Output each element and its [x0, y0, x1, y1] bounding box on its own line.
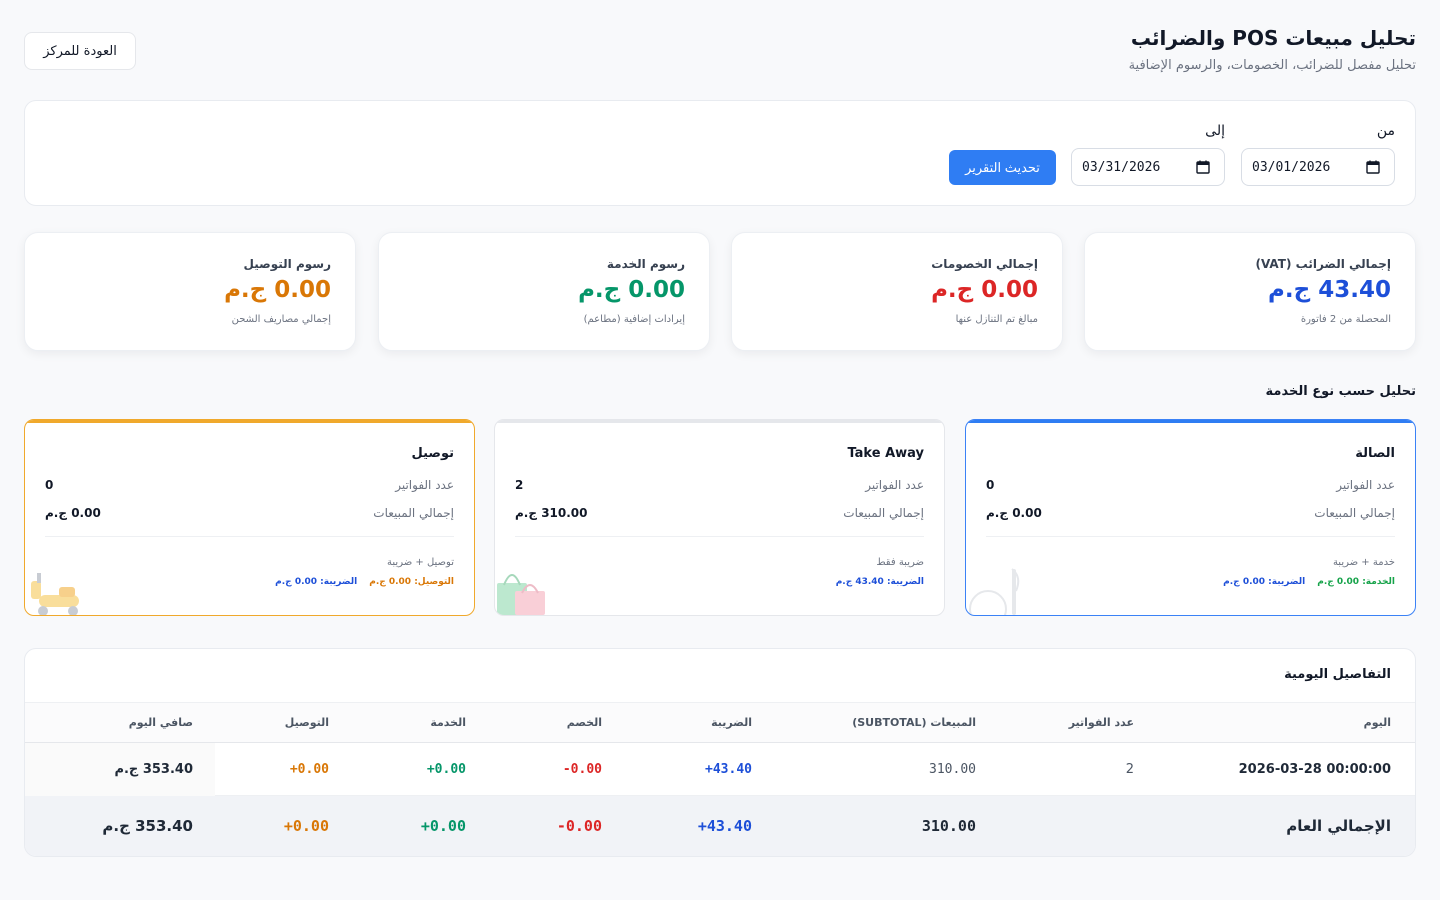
scooter-icon: [25, 559, 95, 615]
day-cell: 2026-03-28 00:00:00: [1238, 762, 1391, 777]
service-tags: التوصيل: 0.00 ج.م الضريبة: 0.00 ج.م: [275, 577, 454, 587]
totals-delivery: +0.00: [283, 817, 329, 835]
divider: [515, 536, 924, 537]
stat-value: 43.40 ج.م: [1268, 277, 1391, 303]
page-header: تحليل مبيعات POS والضرائب تحليل مفصل للض…: [24, 24, 1416, 78]
service-card-dine-in: الصالة عدد الفواتير 0 إجمالي المبيعات 0.…: [965, 419, 1416, 616]
invoices-value: 0: [45, 478, 54, 492]
column-header: الخدمة: [430, 716, 466, 729]
totals-service: +0.00: [420, 817, 466, 835]
invoices-label: عدد الفواتير: [395, 478, 454, 492]
sales-label: إجمالي المبيعات: [843, 506, 924, 520]
totals-net: 353.40 ج.م: [102, 817, 193, 835]
divider: [986, 536, 1395, 537]
table-header: اليوم عدد الفواتير المبيعات (SUBTOTAL) ا…: [25, 702, 1415, 743]
table-row: 2026-03-28 00:00:00 2 310.00 +43.40 -0.0…: [25, 743, 1415, 796]
service-note: ضريبة فقط: [876, 557, 924, 568]
from-label: من: [1376, 123, 1395, 139]
sales-value: 0.00 ج.م: [986, 506, 1042, 520]
divider: [45, 536, 454, 537]
delivery-cell: +0.00: [289, 762, 329, 777]
totals-tax: +43.40: [697, 817, 752, 835]
page-title: تحليل مبيعات POS والضرائب: [1130, 26, 1416, 50]
service-tags: الضريبة: 43.40 ج.م: [836, 577, 924, 587]
sales-label: إجمالي المبيعات: [1314, 506, 1395, 520]
invoices-value: 2: [515, 478, 524, 492]
column-header: المبيعات (SUBTOTAL): [852, 716, 976, 729]
stat-card-delivery-fees: رسوم التوصيل 0.00 ج.م إجمالي مصاريف الشح…: [24, 232, 356, 351]
totals-label: الإجمالي العام: [1286, 817, 1391, 835]
sales-label: إجمالي المبيعات: [373, 506, 454, 520]
stat-card-service-fees: رسوم الخدمة 0.00 ج.م إيرادات إضافية (مطا…: [378, 232, 710, 351]
date-filter-panel: من 03/01/2026 إلى 03/31/2026 تحديث التقر…: [24, 100, 1416, 206]
stat-sub: إيرادات إضافية (مطاعم): [583, 314, 685, 325]
table-totals-row: الإجمالي العام 310.00 +43.40 -0.00 +0.00…: [25, 796, 1415, 856]
column-header: اليوم: [1363, 716, 1391, 729]
stat-label: رسوم الخدمة: [606, 257, 685, 271]
stat-value: 0.00 ج.م: [931, 277, 1038, 303]
stat-card-discounts: إجمالي الخصومات 0.00 ج.م مبالغ تم التناز…: [731, 232, 1063, 351]
service-note: خدمة + ضريبة: [1332, 557, 1395, 568]
refresh-report-button[interactable]: تحديث التقرير: [949, 150, 1056, 185]
sales-value: 0.00 ج.م: [45, 506, 101, 520]
column-header: التوصيل: [284, 716, 329, 729]
invoices-cell: 2: [1125, 762, 1134, 777]
stat-value: 0.00 ج.م: [578, 277, 685, 303]
delivery-fee-tag: التوصيل: 0.00 ج.م: [369, 577, 454, 587]
stat-card-vat: إجمالي الضرائب (VAT) 43.40 ج.م المحصلة م…: [1084, 232, 1416, 351]
sales-value: 310.00 ج.م: [515, 506, 588, 520]
subtotal-cell: 310.00: [929, 762, 976, 777]
service-name: توصيل: [411, 446, 454, 461]
invoices-value: 0: [986, 478, 995, 492]
stat-sub: إجمالي مصاريف الشحن: [231, 314, 331, 325]
stat-sub: مبالغ تم التنازل عنها: [955, 314, 1038, 325]
to-date-input[interactable]: 03/31/2026: [1071, 148, 1225, 186]
service-fee-tag: الخدمة: 0.00 ج.م: [1317, 577, 1395, 587]
invoices-label: عدد الفواتير: [865, 478, 924, 492]
discount-cell: -0.00: [562, 762, 602, 777]
daily-details-table: التفاصيل اليومية اليوم عدد الفواتير المب…: [24, 648, 1416, 857]
service-name: Take Away: [847, 446, 924, 461]
dining-icon: [966, 559, 1036, 615]
invoices-label: عدد الفواتير: [1336, 478, 1395, 492]
net-cell: 353.40 ج.م: [114, 762, 193, 777]
calendar-icon[interactable]: [1366, 160, 1380, 174]
card-accent-bar: [495, 420, 944, 423]
from-date-input[interactable]: 03/01/2026: [1241, 148, 1395, 186]
to-date-value: 03/31/2026: [1082, 159, 1161, 175]
column-header: صافي اليوم: [128, 716, 193, 729]
stat-label: إجمالي الخصومات: [931, 257, 1038, 271]
stat-label: رسوم التوصيل: [243, 257, 331, 271]
service-name: الصالة: [1355, 446, 1395, 461]
card-accent-bar: [25, 420, 474, 423]
stat-sub: المحصلة من 2 فاتورة: [1300, 314, 1391, 325]
tax-tag: الضريبة: 0.00 ج.م: [1223, 577, 1306, 587]
totals-subtotal: 310.00: [921, 817, 976, 835]
stat-value: 0.00 ج.م: [224, 277, 331, 303]
column-header: الضريبة: [711, 716, 752, 729]
service-card-take-away: Take Away عدد الفواتير 2 إجمالي المبيعات…: [494, 419, 945, 616]
service-card-delivery: توصيل عدد الفواتير 0 إجمالي المبيعات 0.0…: [24, 419, 475, 616]
page-subtitle: تحليل مفصل للضرائب، الخصومات، والرسوم ال…: [1128, 58, 1416, 73]
to-label: إلى: [1205, 123, 1225, 139]
tax-cell: +43.40: [705, 762, 752, 777]
column-header: الخصم: [566, 716, 602, 729]
service-note: توصيل + ضريبة: [387, 557, 454, 568]
stat-label: إجمالي الضرائب (VAT): [1255, 257, 1391, 271]
service-tags: الخدمة: 0.00 ج.م الضريبة: 0.00 ج.م: [1223, 577, 1395, 587]
service-cell: +0.00: [426, 762, 466, 777]
back-to-center-button[interactable]: العودة للمركز: [24, 32, 136, 70]
column-header: عدد الفواتير: [1068, 716, 1134, 729]
service-section-title: تحليل حسب نوع الخدمة: [1265, 384, 1416, 399]
page: تحليل مبيعات POS والضرائب تحليل مفصل للض…: [24, 0, 1416, 900]
card-accent-bar: [966, 420, 1415, 423]
totals-discount: -0.00: [556, 817, 602, 835]
tax-tag: الضريبة: 43.40 ج.م: [835, 577, 924, 587]
shopping-bags-icon: [495, 559, 565, 615]
tax-tag: الضريبة: 0.00 ج.م: [275, 577, 358, 587]
details-title: التفاصيل اليومية: [1284, 667, 1391, 682]
calendar-icon[interactable]: [1196, 160, 1210, 174]
from-date-value: 03/01/2026: [1252, 159, 1331, 175]
